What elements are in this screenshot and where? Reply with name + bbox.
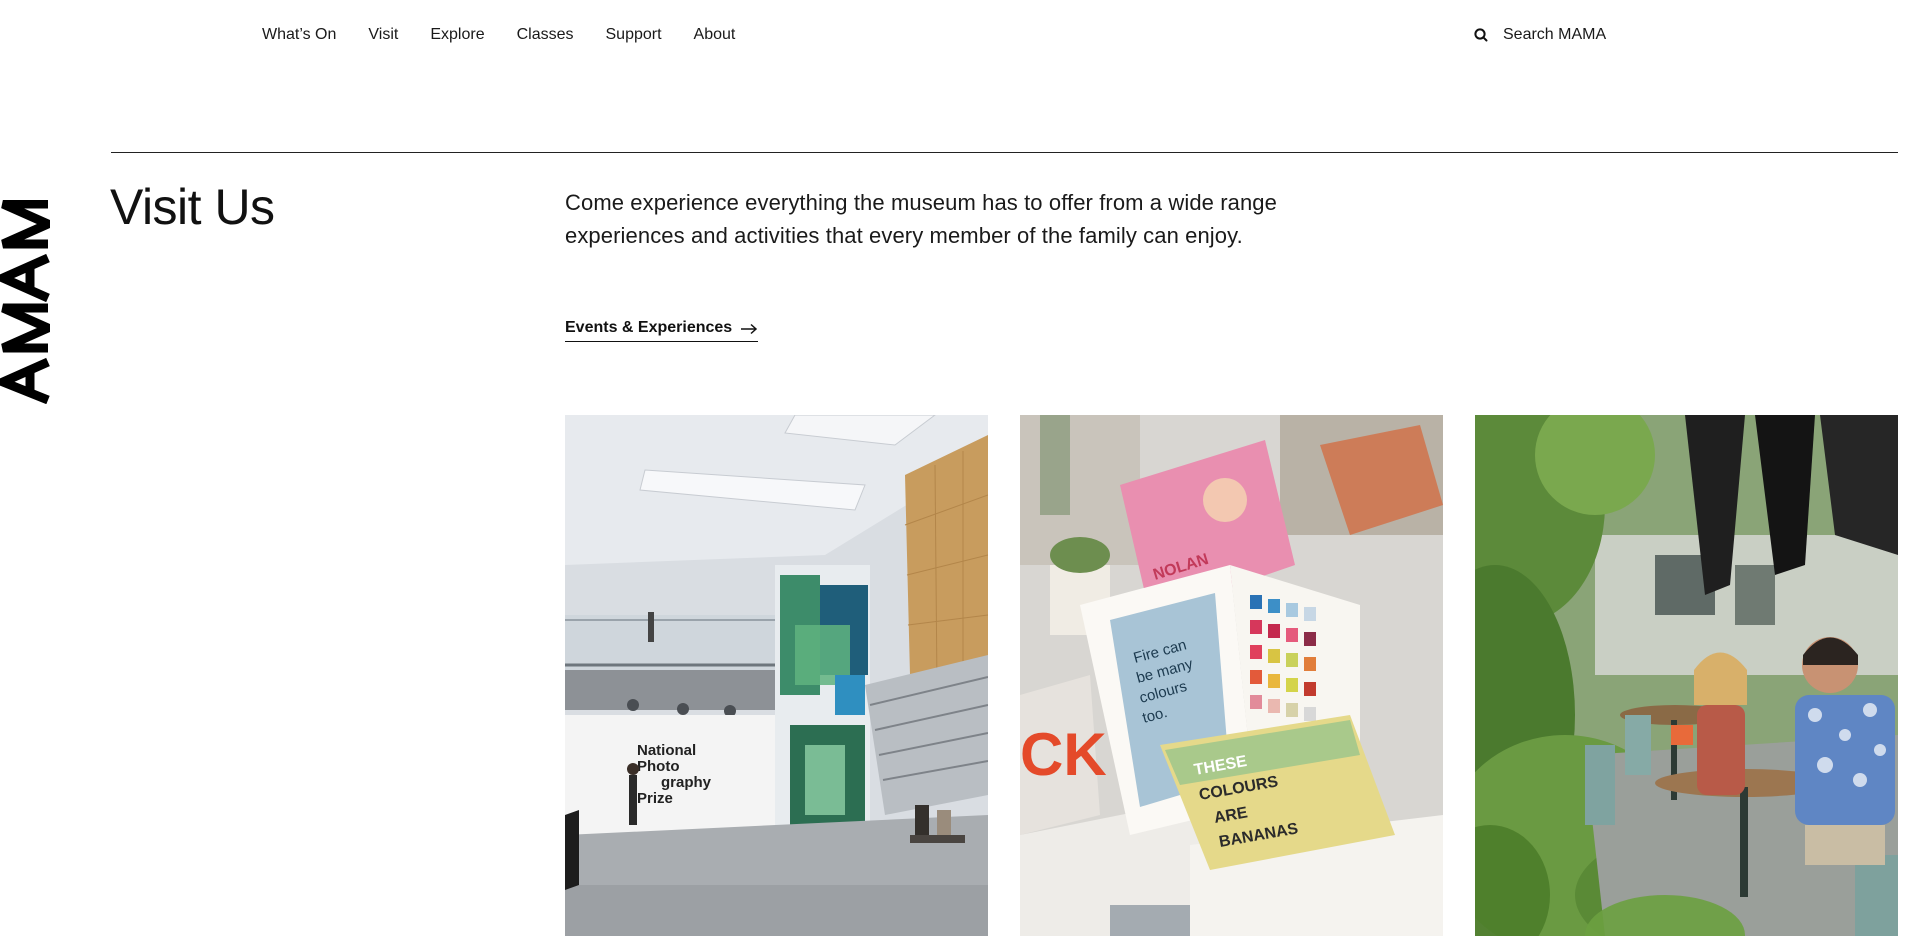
nav-item-visit[interactable]: Visit [368,26,398,44]
section-divider [111,152,1898,153]
visit-card-cafe[interactable] [1475,415,1898,936]
main-nav: What’s On Visit Explore Classes Support … [262,26,767,44]
visit-card-book[interactable]: NOLAN CK Fire can be many colours too. T… [1020,415,1443,936]
events-experiences-label: Events & Experiences [565,319,733,336]
page-title: Visit Us [110,179,275,235]
search-label: Search MAMA [1503,26,1607,43]
nav-item-support[interactable]: Support [606,26,662,44]
search-icon [1473,27,1489,43]
svg-text:graphy: graphy [661,774,712,791]
nav-item-about[interactable]: About [694,26,736,44]
svg-text:Prize: Prize [637,790,673,807]
svg-text:National: National [637,742,696,759]
svg-text:CK: CK [1020,721,1107,788]
nav-item-explore[interactable]: Explore [430,26,484,44]
search-button[interactable]: Search MAMA [1473,26,1606,44]
nav-item-whats-on[interactable]: What’s On [262,26,336,44]
nav-item-classes[interactable]: Classes [517,26,574,44]
events-experiences-link[interactable]: Events & Experiences [565,319,759,342]
mama-logo[interactable] [0,199,60,405]
picture-book-photo: NOLAN CK Fire can be many colours too. T… [1020,415,1443,936]
visit-card-gallery[interactable]: National Photo graphy Prize [565,415,988,936]
svg-text:Photo: Photo [637,758,680,775]
gallery-interior-photo: National Photo graphy Prize [565,415,988,936]
cafe-courtyard-photo [1475,415,1898,936]
intro-text: Come experience everything the museum ha… [565,190,1277,248]
arrow-right-icon [740,322,758,335]
